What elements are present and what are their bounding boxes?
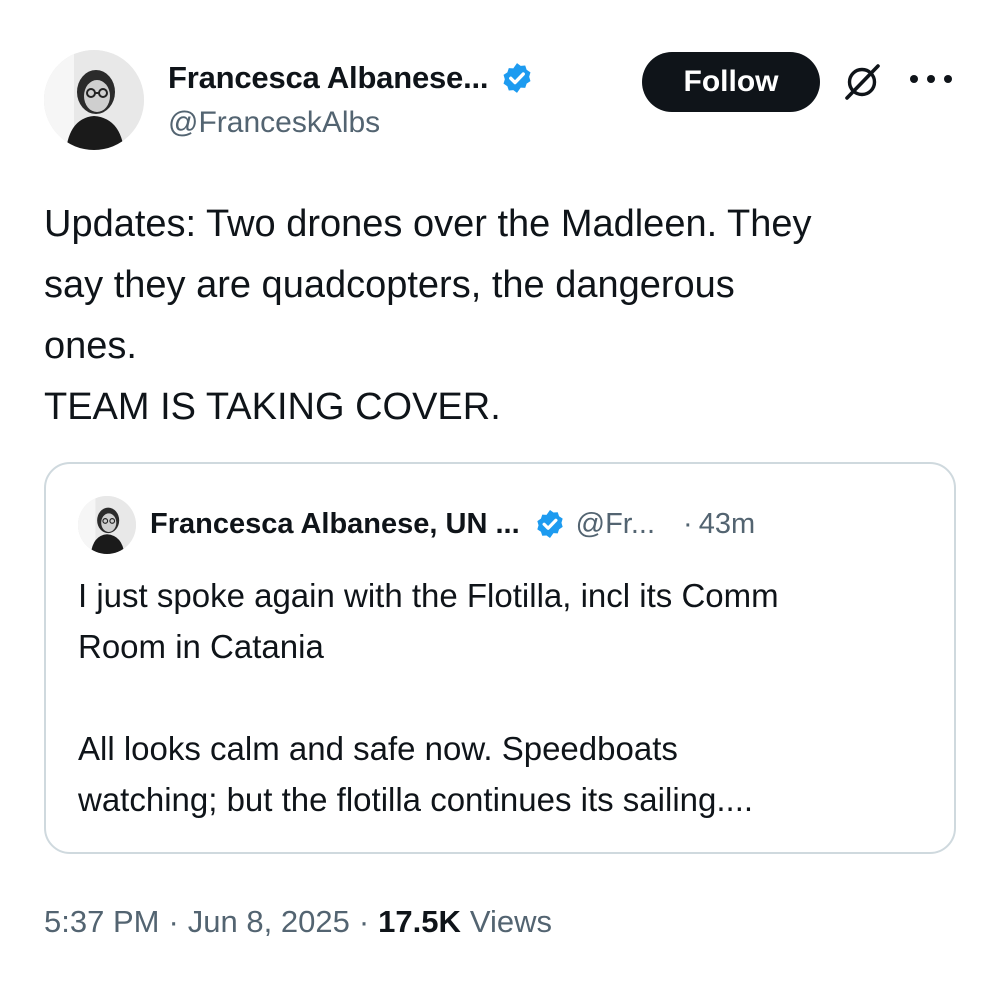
author-handle[interactable]: @FranceskAlbs xyxy=(168,106,648,140)
quoted-tweet-text: I just spoke again with the Flotilla, in… xyxy=(78,577,779,818)
tweet-date[interactable]: Jun 8, 2025 xyxy=(188,904,350,940)
avatar-photo xyxy=(44,50,144,150)
views-count: 17.5K xyxy=(378,904,461,939)
verified-badge-icon xyxy=(503,63,531,93)
quoted-display-name[interactable]: Francesca Albanese, UN ... xyxy=(150,508,520,541)
author-names: Francesca Albanese... @FranceskAlbs xyxy=(168,56,648,140)
author-display-name[interactable]: Francesca Albanese... xyxy=(168,60,489,96)
quoted-avatar-photo xyxy=(78,496,136,554)
tweet-text: Updates: Two drones over the Madleen. Th… xyxy=(44,203,812,428)
more-dot xyxy=(927,75,935,83)
tweet-time[interactable]: 5:37 PM xyxy=(44,904,159,940)
quoted-author-avatar[interactable] xyxy=(78,496,136,554)
tweet-header: Francesca Albanese... @FranceskAlbs Foll… xyxy=(44,50,964,152)
verified-badge-icon xyxy=(536,510,563,538)
follow-button[interactable]: Follow xyxy=(642,52,820,112)
more-dot xyxy=(910,75,918,83)
separator-dot: · xyxy=(168,904,179,939)
author-avatar[interactable] xyxy=(44,50,144,150)
separator-dot: · xyxy=(358,904,370,939)
quoted-handle[interactable]: @Fr... xyxy=(576,508,655,541)
views-label: Views xyxy=(469,904,553,939)
grok-icon[interactable] xyxy=(842,62,882,102)
quoted-author-row: Francesca Albanese, UN ... @Fr... · 43m xyxy=(150,502,930,546)
quoted-timestamp[interactable]: 43m xyxy=(699,508,755,541)
tweet-meta: 5:37 PM · Jun 8, 2025 · 17.5K Views xyxy=(44,898,552,946)
more-dot xyxy=(944,75,952,83)
quoted-tweet-card[interactable]: Francesca Albanese, UN ... @Fr... · 43m … xyxy=(44,462,956,854)
separator-dot: · xyxy=(683,507,693,540)
more-options-icon[interactable] xyxy=(910,64,952,94)
